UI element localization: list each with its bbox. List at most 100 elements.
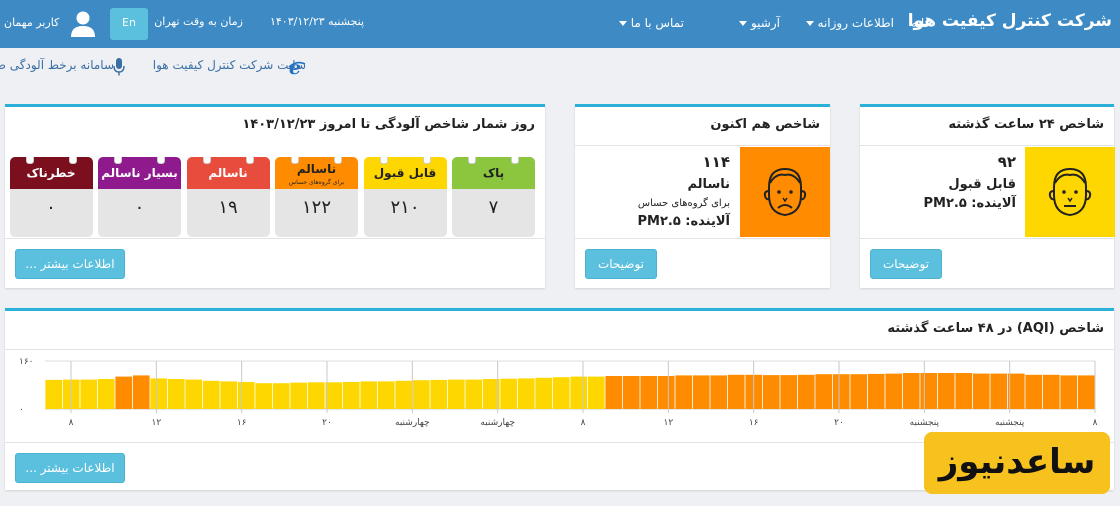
aqi-bar: [902, 373, 920, 409]
language-toggle-button[interactable]: En: [110, 8, 148, 40]
aqi-bar: [727, 374, 745, 409]
card-chart-title: شاخص (AQI) در ۴۸ ساعت گذشته: [887, 321, 1104, 336]
user-icon[interactable]: [70, 10, 96, 38]
nav-daily-info[interactable]: اطلاعات روزانه: [805, 16, 894, 30]
tile-label: خطرناک: [9, 157, 93, 189]
x-tick-label: ۱۲: [151, 418, 161, 428]
brand-title[interactable]: شرکت کنترل کیفیت هوا: [908, 11, 1112, 31]
aqi-bar: [307, 382, 325, 409]
card-divider: [575, 145, 830, 146]
nav-home[interactable]: خانه: [911, 16, 932, 30]
nav-contact[interactable]: تماس با ما: [618, 16, 684, 30]
neutral-face-icon: [1048, 167, 1092, 217]
aqi-bar: [797, 374, 815, 409]
more-info-days-button[interactable]: اطلاعات بیشتر ...: [15, 249, 125, 279]
link-company-site[interactable]: سایت شرکت کنترل کیفیت هوا: [153, 58, 306, 82]
x-tick-label: ۱۶: [237, 418, 247, 428]
aqi-bar: [167, 379, 185, 409]
guest-user-label[interactable]: کاربر مهمان: [4, 16, 59, 29]
aqi-bar: [710, 375, 728, 409]
card-now-title: شاخص هم اکنون: [710, 117, 820, 132]
tile-count: ۰: [46, 197, 56, 218]
aqi-24h-status: قابل قبول: [948, 177, 1016, 192]
aqi-bar: [1025, 374, 1043, 409]
calendar-ring: [245, 157, 254, 164]
card-divider: [860, 145, 1114, 146]
tile-count: ۱۹: [218, 197, 238, 218]
aqi-bar: [237, 382, 255, 409]
aqi-bar: [150, 378, 168, 409]
chevron-down-icon: [738, 21, 747, 26]
aqi-bar: [972, 373, 990, 409]
top-navbar: شرکت کنترل کیفیت هوا خانه اطلاعات روزانه…: [0, 0, 1120, 48]
nav-archive[interactable]: آرشیو: [738, 16, 780, 30]
aqi-bar: [780, 375, 798, 409]
more-info-chart-button[interactable]: اطلاعات بیشتر ...: [15, 453, 125, 483]
aqi-now-pollutant: آلاینده: PM۲.۵: [637, 214, 730, 229]
aqi-now-face-box: [740, 147, 830, 237]
microphone-icon: [113, 58, 125, 76]
x-tick-label: ۸: [1093, 418, 1098, 428]
x-tick-label: ۲۰: [322, 418, 332, 428]
aqi-bar: [850, 374, 868, 409]
card-day-counter: روز شمار شاخص آلودگی تا امروز ۱۴۰۳/۱۲/۲۳…: [5, 104, 545, 288]
aqi-bar: [1060, 375, 1078, 409]
chevron-down-icon: [805, 21, 814, 26]
aqi-bar: [535, 377, 553, 409]
calendar-ring: [468, 157, 476, 164]
aqi-bar: [1007, 373, 1025, 409]
aqi-bar: [360, 381, 378, 409]
y-tick-label: ۱۶۰: [19, 357, 34, 367]
aqi-bar: [657, 376, 675, 409]
nav-daily-label: اطلاعات روزانه: [817, 16, 894, 30]
aqi-bar: [990, 373, 1008, 409]
aqi-bar: [640, 376, 658, 409]
aqi-bar: [500, 378, 518, 409]
explain-24h-button[interactable]: توضیحات: [870, 249, 942, 279]
aqi-24h-value: ۹۲: [997, 153, 1016, 171]
aqi-bar: [762, 375, 780, 409]
aqi-now-group: برای گروه‌های حساس: [637, 198, 730, 209]
aqi-24h-face-box: [1025, 147, 1115, 237]
category-tile: ناسالم برای گروه‌های حساس ۱۲۲: [275, 157, 358, 237]
nav-archive-label: آرشیو: [750, 16, 780, 30]
aqi-bar: [587, 376, 605, 409]
aqi-bar: [202, 380, 220, 409]
calendar-ring: [114, 157, 122, 164]
card-days-title: روز شمار شاخص آلودگی تا امروز ۱۴۰۳/۱۲/۲۳: [242, 117, 535, 132]
aqi-bar: [255, 383, 273, 409]
calendar-ring: [202, 157, 211, 164]
aqi-bar: [832, 374, 850, 409]
card-current-index: شاخص هم اکنون ۱۱۴ ناسالم برای گروه‌های ح…: [575, 104, 830, 288]
x-tick-label: چهارشنبه: [480, 418, 515, 428]
aqi-bar: [290, 382, 308, 409]
category-tile: خطرناک ۰: [9, 157, 93, 237]
card-24h-title: شاخص ۲۴ ساعت گذشته: [948, 117, 1104, 132]
card-divider: [860, 238, 1114, 239]
tile-count: ۰: [134, 197, 145, 218]
tile-count: ۱۲۲: [301, 197, 331, 218]
tile-label: پاک: [452, 157, 535, 189]
x-tick-label: ۱۲: [663, 418, 673, 428]
aqi-bar: [377, 381, 395, 409]
category-tile: قابل قبول ۲۱۰: [363, 157, 447, 237]
category-tile: بسیار ناسالم ۰: [98, 157, 181, 237]
chevron-down-icon: [618, 21, 627, 26]
explain-now-button[interactable]: توضیحات: [585, 249, 657, 279]
card-24h-index: شاخص ۲۴ ساعت گذشته ۹۲ قابل قبول آلاینده:…: [860, 104, 1115, 288]
link-noise-monitoring[interactable]: سامانه برخط آلودگی صدا: [0, 58, 114, 82]
calendar-ring: [291, 157, 299, 164]
tile-label: ناسالم برای گروه‌های حساس: [275, 157, 358, 189]
calendar-ring: [511, 157, 519, 164]
aqi-now-status: ناسالم: [687, 177, 730, 192]
aqi-bar: [325, 382, 343, 409]
category-tile: ناسالم ۱۹: [186, 157, 270, 237]
aqi-bar: [1042, 374, 1060, 409]
calendar-ring: [334, 157, 342, 164]
aqi-bar: [272, 383, 290, 409]
y-tick-label: ۰: [19, 405, 24, 415]
aqi-bar: [430, 379, 448, 409]
nav-contact-label: تماس با ما: [630, 16, 684, 30]
aqi-bar: [552, 377, 570, 409]
aqi-bar: [395, 380, 413, 409]
